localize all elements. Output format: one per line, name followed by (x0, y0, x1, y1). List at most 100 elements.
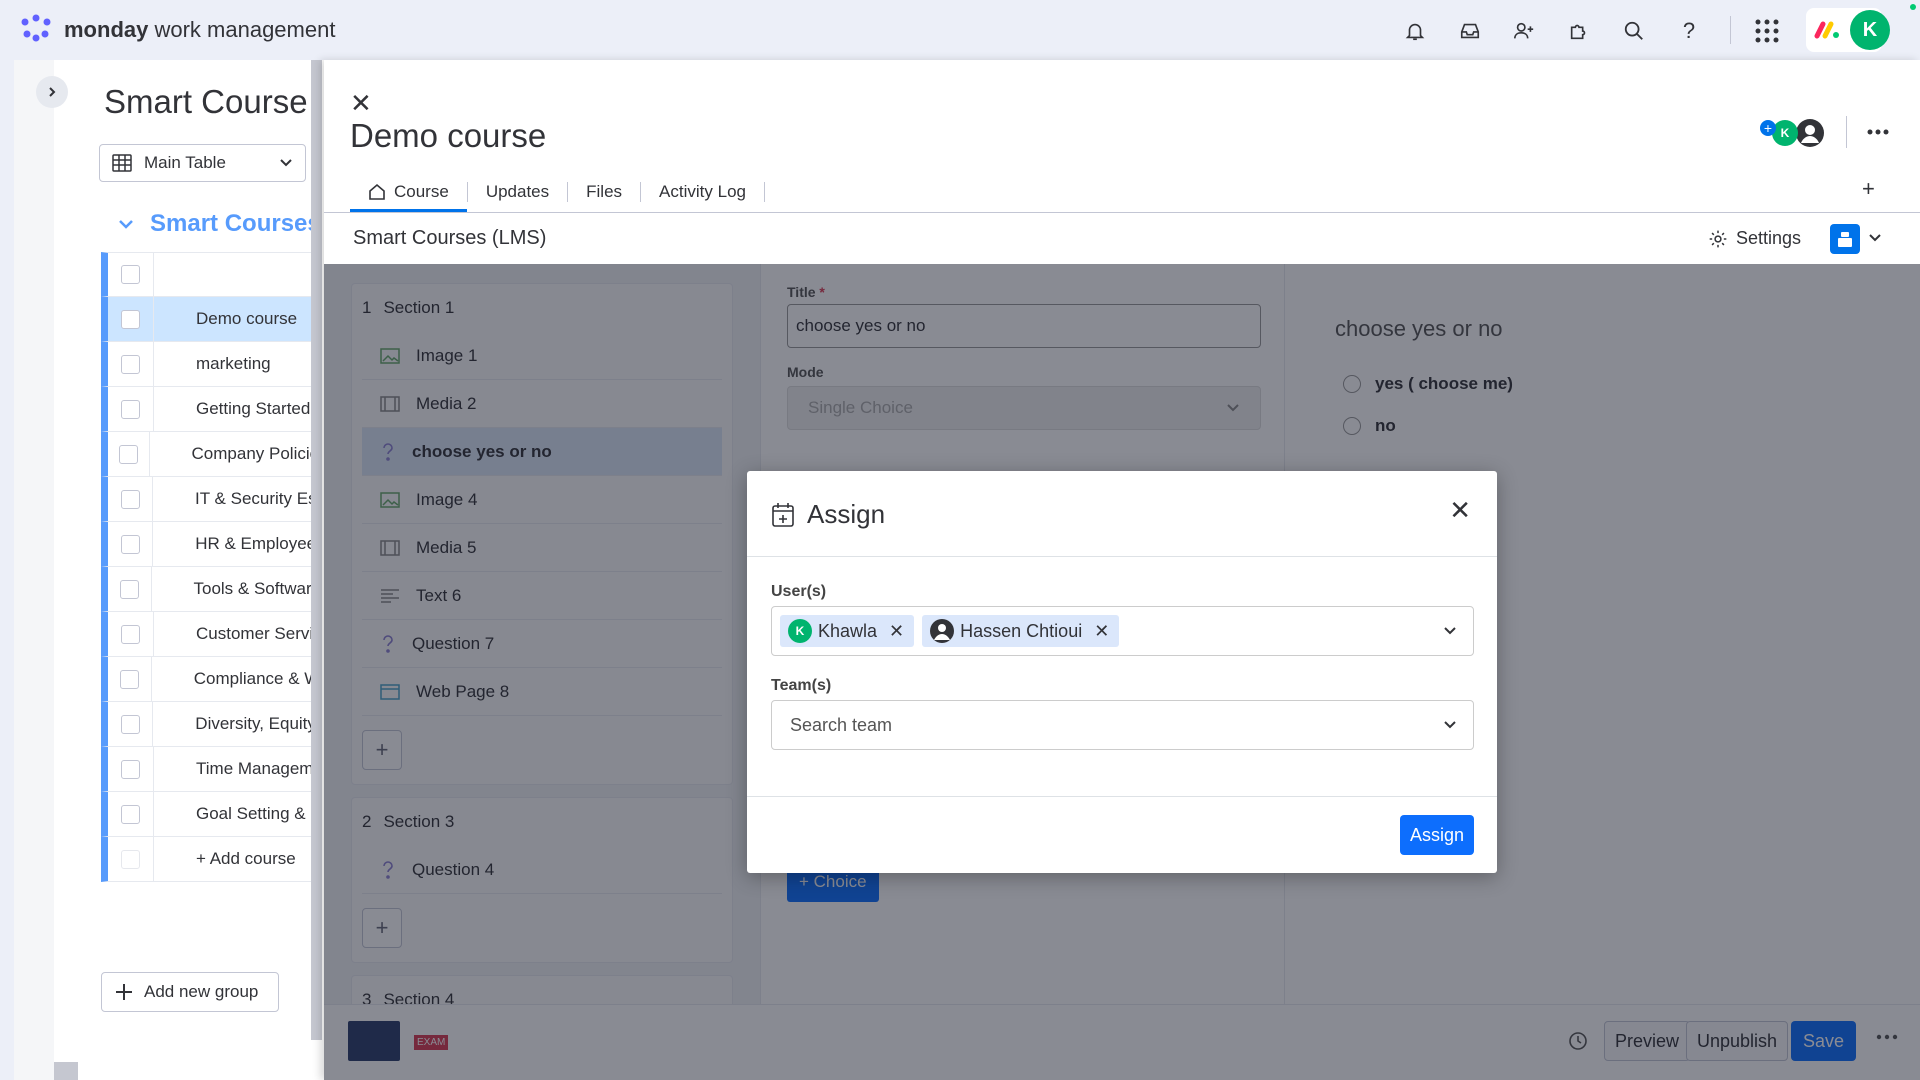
teams-label: Team(s) (771, 677, 832, 694)
add-group-label: Add new group (144, 982, 259, 1001)
table-row[interactable]: HR & Employee (101, 522, 314, 567)
user-chip-name: Khawla (818, 620, 878, 641)
add-course-row[interactable]: + Add course (101, 837, 314, 882)
row-checkbox[interactable] (121, 624, 140, 644)
search-icon[interactable] (1621, 18, 1647, 44)
app-menu-chevron-icon[interactable] (1868, 233, 1882, 243)
tab-files[interactable]: Files (568, 172, 640, 212)
assign-modal: Assign ✕ User(s) K Khawla ✕ Hassen Chtioui ✕… (747, 471, 1497, 873)
panel-title: Demo course (350, 117, 547, 154)
settings-button[interactable]: Settings (1708, 228, 1801, 249)
row-name[interactable]: Time Managem (154, 759, 313, 779)
row-name[interactable]: Goal Setting & (154, 804, 306, 824)
plus-icon (116, 984, 132, 1000)
app-grid-icon[interactable] (1754, 18, 1780, 44)
row-checkbox[interactable] (120, 489, 140, 509)
modal-divider (747, 556, 1497, 557)
help-icon[interactable]: ? (1676, 18, 1702, 44)
row-name[interactable]: Demo course (154, 309, 297, 329)
inbox-icon[interactable] (1457, 18, 1483, 44)
apps-puzzle-icon[interactable] (1566, 18, 1592, 44)
app-title: Smart Courses (LMS) (353, 227, 547, 249)
view-label: Main Table (144, 153, 226, 172)
row-checkbox[interactable] (120, 534, 140, 554)
users-label: User(s) (771, 583, 827, 600)
row-checkbox[interactable] (121, 849, 140, 869)
row-name[interactable]: Getting Started (154, 399, 310, 419)
bell-icon[interactable] (1402, 18, 1428, 44)
table-row[interactable]: marketing (101, 342, 314, 387)
remove-user-icon[interactable]: ✕ (1094, 621, 1109, 642)
board-left-strip (14, 60, 54, 1080)
monday-logo-icon[interactable] (19, 13, 53, 43)
user-avatar[interactable]: K (1850, 10, 1890, 50)
table-header-row (101, 252, 314, 297)
user-chip: K Khawla ✕ (780, 615, 915, 647)
panel-tabs: Course Updates Files Activity Log (350, 172, 765, 212)
group-title[interactable]: Smart Courses (150, 210, 315, 238)
row-name[interactable]: IT & Security Es (153, 489, 314, 509)
row-checkbox[interactable] (121, 354, 140, 374)
row-checkbox[interactable] (118, 444, 138, 464)
table-row[interactable]: IT & Security Es (101, 477, 314, 522)
chevron-down-icon (280, 159, 292, 167)
row-name[interactable]: marketing (154, 354, 271, 374)
table-row[interactable]: Compliance & W (101, 657, 314, 702)
row-checkbox[interactable] (119, 669, 139, 689)
user-chip-avatar: K (788, 619, 812, 643)
header-divider (1846, 116, 1847, 148)
modal-title: Assign (771, 499, 885, 530)
users-select[interactable]: K Khawla ✕ Hassen Chtioui ✕ (771, 606, 1474, 656)
expand-sidebar-button[interactable] (36, 76, 68, 108)
row-name[interactable]: Company Policies (150, 444, 314, 464)
table-row[interactable]: Diversity, Equity (101, 702, 314, 747)
row-name[interactable]: Tools & Software (152, 579, 315, 599)
board-scrollbar[interactable] (311, 60, 322, 1040)
chevron-right-icon (49, 87, 56, 97)
group-collapse-icon[interactable] (118, 218, 134, 230)
row-name[interactable]: Diversity, Equity (153, 714, 314, 734)
row-checkbox[interactable] (121, 759, 140, 779)
table-row[interactable]: Getting Started (101, 387, 314, 432)
table-row[interactable]: Demo course (101, 297, 314, 342)
row-name[interactable]: Customer Servi (154, 624, 313, 644)
row-name[interactable]: + Add course (154, 849, 296, 869)
table-row[interactable]: Company Policies (101, 432, 314, 477)
add-tab-button[interactable]: + (1862, 176, 1875, 202)
table-row[interactable]: Goal Setting & (101, 792, 314, 837)
assign-button[interactable]: Assign (1400, 815, 1475, 855)
row-checkbox[interactable] (119, 579, 139, 599)
brand-name: monday work management (64, 17, 336, 42)
app-icon[interactable] (1830, 224, 1860, 254)
select-all-checkbox[interactable] (121, 265, 140, 284)
teams-select[interactable]: Search team (771, 700, 1474, 750)
tab-course[interactable]: Course (350, 172, 467, 212)
calendar-plus-icon (772, 502, 794, 527)
row-name[interactable]: HR & Employee (153, 534, 314, 554)
top-bar: monday work management ? K (0, 0, 1920, 60)
table-row[interactable]: Time Managem (101, 747, 314, 792)
chevron-down-icon (1444, 721, 1456, 729)
table-row[interactable]: Tools & Software (101, 567, 314, 612)
board-table: Demo course marketing Getting Started Compa… (101, 252, 314, 882)
add-new-group-button[interactable]: Add new group (101, 972, 279, 1012)
row-name[interactable]: Compliance & W (152, 669, 314, 689)
home-icon (369, 183, 385, 200)
view-select[interactable]: Main Table (99, 144, 306, 182)
table-row[interactable]: Customer Servi (101, 612, 314, 657)
subscriber-avatar[interactable]: K (1772, 120, 1798, 146)
row-checkbox[interactable] (121, 804, 140, 824)
close-icon[interactable]: ✕ (1449, 495, 1471, 526)
row-checkbox[interactable] (121, 309, 140, 329)
close-panel-button[interactable]: ✕ (350, 88, 372, 119)
invite-user-icon[interactable] (1511, 18, 1537, 44)
user-avatar-icon[interactable] (1796, 119, 1824, 147)
more-options-icon[interactable] (1866, 120, 1890, 144)
row-checkbox[interactable] (120, 714, 140, 734)
tab-activity-log[interactable]: Activity Log (641, 172, 764, 212)
horizontal-scrollbar[interactable] (54, 1062, 78, 1080)
tab-updates[interactable]: Updates (468, 172, 567, 212)
row-checkbox[interactable] (121, 399, 140, 419)
add-subscriber-icon[interactable]: + (1760, 120, 1776, 136)
remove-user-icon[interactable]: ✕ (889, 621, 904, 642)
